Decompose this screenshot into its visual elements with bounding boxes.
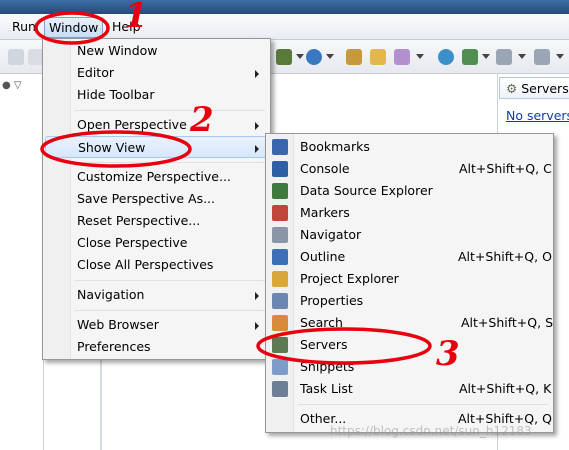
properties-icon [272, 293, 288, 309]
menu-item-preferences[interactable]: Preferences [77, 336, 267, 358]
toolbar-run-icon[interactable] [462, 49, 478, 65]
menu-run[interactable]: Run [12, 19, 36, 34]
menu-item-show-view[interactable]: Show View [45, 136, 268, 158]
snippets-icon [272, 359, 288, 375]
chevron-down-icon[interactable] [518, 54, 526, 62]
data-source-icon [272, 183, 288, 199]
submenu-arrow-icon [255, 122, 259, 130]
chevron-down-icon[interactable] [482, 54, 490, 62]
menu-item-open-perspective[interactable]: Open Perspective [77, 114, 267, 136]
toolbar-new-server-icon[interactable] [276, 49, 292, 65]
menu-item-navigator[interactable]: Navigator [272, 224, 550, 246]
view-menu-icon[interactable]: ● ▽ [2, 80, 22, 91]
menu-item-web-browser[interactable]: Web Browser [77, 314, 267, 336]
menu-item-hide-toolbar[interactable]: Hide Toolbar [77, 84, 267, 106]
menu-separator [75, 280, 265, 281]
menu-window[interactable]: Window [44, 17, 104, 38]
outline-icon [272, 249, 288, 265]
chevron-down-icon[interactable] [296, 54, 304, 62]
toolbar-globe-icon[interactable] [438, 49, 454, 65]
project-explorer-icon [272, 271, 288, 287]
servers-tab-icon: ⚙ [506, 81, 518, 96]
menu-item-console[interactable]: Console Alt+Shift+Q, C [272, 158, 552, 180]
title-bar [0, 0, 569, 14]
toolbar-back-icon[interactable] [8, 49, 24, 65]
menu-item-close-all-perspectives[interactable]: Close All Perspectives [77, 254, 267, 276]
menu-item-task-list[interactable]: Task List Alt+Shift+Q, K [272, 378, 551, 400]
toolbar-package-icon[interactable] [346, 49, 362, 65]
menu-item-close-perspective[interactable]: Close Perspective [77, 232, 267, 254]
menu-separator [298, 404, 548, 405]
servers-icon [272, 337, 288, 353]
submenu-arrow-icon [255, 70, 259, 78]
menu-item-properties[interactable]: Properties [272, 290, 550, 312]
menu-item-new-window[interactable]: New Window [77, 40, 267, 62]
menu-item-bookmarks[interactable]: Bookmarks [272, 136, 550, 158]
menu-item-outline[interactable]: Outline Alt+Shift+Q, O [272, 246, 552, 268]
menu-item-navigation[interactable]: Navigation [77, 284, 267, 306]
no-servers-link[interactable]: No servers [506, 108, 569, 123]
menu-item-search[interactable]: Search Alt+Shift+Q, S [272, 312, 553, 334]
menu-item-project-explorer[interactable]: Project Explorer [272, 268, 550, 290]
menu-item-servers[interactable]: Servers [272, 334, 550, 356]
menu-separator [75, 310, 265, 311]
menu-gutter [43, 39, 71, 359]
toolbar-pen-icon[interactable] [394, 49, 410, 65]
left-pane [0, 74, 44, 450]
console-icon [272, 161, 288, 177]
toolbar-nav-icon[interactable] [496, 49, 512, 65]
menu-item-editor[interactable]: Editor [77, 62, 267, 84]
servers-tab-label: Servers [521, 81, 569, 96]
menu-item-reset-perspective[interactable]: Reset Perspective... [77, 210, 267, 232]
bookmarks-icon [272, 139, 288, 155]
markers-icon [272, 205, 288, 221]
menu-item-save-perspective-as[interactable]: Save Perspective As... [77, 188, 267, 210]
chevron-down-icon[interactable] [326, 54, 334, 62]
menu-separator [75, 110, 265, 111]
navigator-icon [272, 227, 288, 243]
menu-item-data-source-explorer[interactable]: Data Source Explorer [272, 180, 550, 202]
watermark: https://blog.csdn.net/sun_h12183 [330, 424, 532, 438]
show-view-menu: Bookmarks Console Alt+Shift+Q, C Data Sou… [265, 133, 554, 433]
chevron-down-icon[interactable] [556, 54, 564, 62]
search-icon [272, 315, 288, 331]
submenu-arrow-icon [255, 145, 259, 153]
menu-bar: Run Window Help [0, 14, 569, 40]
annotation-number-1: 1 [124, 0, 148, 36]
servers-view-tab[interactable]: ⚙ Servers [499, 77, 569, 99]
menu-item-markers[interactable]: Markers [272, 202, 550, 224]
toolbar-new-class-icon[interactable] [306, 49, 322, 65]
toolbar-open-folder-icon[interactable] [370, 49, 386, 65]
chevron-down-icon[interactable] [416, 54, 424, 62]
menu-item-snippets[interactable]: Snippets [272, 356, 550, 378]
window-menu: New Window Editor Hide Toolbar Open Pers… [42, 38, 271, 360]
toolbar-nav2-icon[interactable] [534, 49, 550, 65]
menu-separator [75, 162, 265, 163]
task-list-icon [272, 381, 288, 397]
submenu-arrow-icon [255, 292, 259, 300]
annotation-number-3: 3 [436, 334, 460, 374]
menu-item-customize-perspective[interactable]: Customize Perspective... [77, 166, 267, 188]
submenu-arrow-icon [255, 322, 259, 330]
annotation-number-2: 2 [190, 100, 214, 140]
